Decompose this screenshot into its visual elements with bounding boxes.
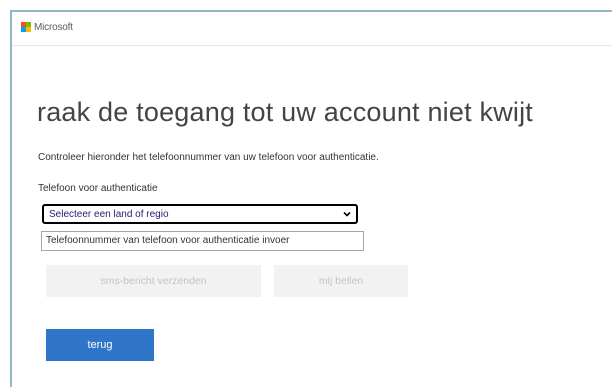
phone-number-input[interactable]: Telefoonnummer van telefoon voor authent… bbox=[41, 231, 364, 251]
header: Microsoft bbox=[12, 12, 612, 46]
phone-label: Telefoon voor authenticatie bbox=[38, 183, 158, 194]
page-frame: Microsoft raak de toegang tot uw account… bbox=[10, 10, 612, 387]
page-description: Controleer hieronder het telefoonnummer … bbox=[38, 152, 379, 163]
chevron-down-icon bbox=[343, 211, 351, 217]
microsoft-logo-icon bbox=[21, 22, 31, 32]
country-select[interactable]: Selecteer een land of regio bbox=[42, 204, 358, 224]
brand-name: Microsoft bbox=[34, 22, 73, 33]
country-select-value: Selecteer een land of regio bbox=[49, 208, 169, 220]
page-title: raak de toegang tot uw account niet kwij… bbox=[37, 97, 533, 127]
send-sms-button[interactable]: sms-bericht verzenden bbox=[46, 265, 261, 297]
back-button[interactable]: terug bbox=[46, 329, 154, 361]
call-me-button[interactable]: mij bellen bbox=[274, 265, 408, 297]
